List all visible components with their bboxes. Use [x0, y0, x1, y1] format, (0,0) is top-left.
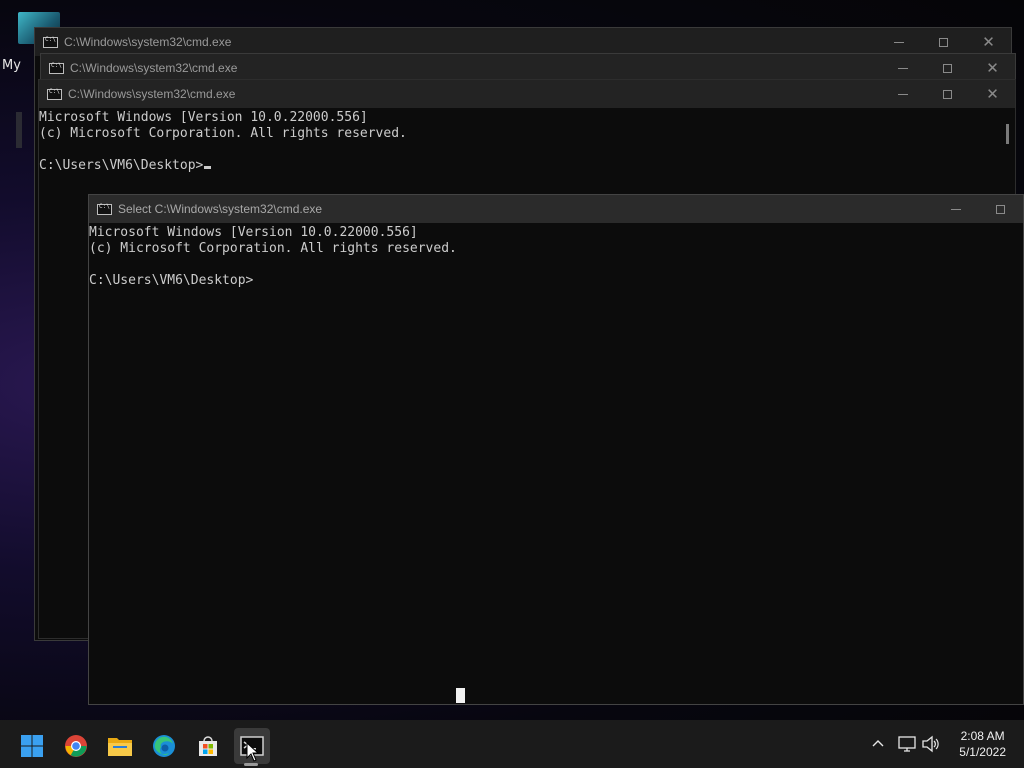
window-title: Select C:\Windows\system32\cmd.exe — [118, 202, 323, 216]
minimize-button[interactable] — [876, 28, 921, 56]
window-title: C:\Windows\system32\cmd.exe — [70, 61, 238, 75]
file-explorer-icon — [108, 738, 132, 756]
cmd-icon — [43, 36, 58, 48]
console-output[interactable]: Microsoft Windows [Version 10.0.22000.55… — [39, 110, 407, 174]
start-icon — [21, 735, 43, 757]
maximize-button[interactable] — [978, 195, 1023, 223]
close-button[interactable]: ✕ — [970, 80, 1015, 108]
titlebar[interactable]: C:\Windows\system32\cmd.exe ✕ — [39, 80, 1015, 108]
console-line: (c) Microsoft Corporation. All rights re… — [39, 126, 407, 141]
chrome-icon — [65, 735, 87, 757]
scrollbar-thumb[interactable] — [1006, 124, 1009, 144]
minimize-button[interactable] — [880, 80, 925, 108]
cmd-window-select[interactable]: Select C:\Windows\system32\cmd.exe Micro… — [88, 194, 1024, 705]
speaker-icon — [922, 735, 939, 753]
store-button[interactable] — [190, 728, 226, 764]
cmd-icon — [49, 62, 64, 74]
console-prompt: C:\Users\VM6\Desktop> — [39, 158, 204, 173]
console-prompt: C:\Users\VM6\Desktop> — [89, 273, 254, 288]
system-clock[interactable]: 2:08 AM 5/1/2022 — [959, 728, 1006, 760]
chevron-up-icon — [872, 740, 884, 747]
maximize-button[interactable] — [925, 80, 970, 108]
mouse-pointer-icon — [246, 742, 260, 762]
desktop-fragment — [16, 112, 22, 148]
desktop-shortcut-label: My — [2, 58, 21, 73]
maximize-button[interactable] — [921, 28, 966, 56]
text-cursor — [204, 166, 212, 169]
titlebar[interactable]: C:\Windows\system32\cmd.exe ✕ — [35, 28, 1011, 56]
titlebar[interactable]: C:\Windows\system32\cmd.exe ✕ — [41, 54, 1015, 82]
cmd-icon — [97, 203, 112, 215]
titlebar[interactable]: Select C:\Windows\system32\cmd.exe — [89, 195, 1023, 223]
active-app-indicator — [244, 763, 258, 766]
console-line: Microsoft Windows [Version 10.0.22000.55… — [89, 225, 418, 240]
show-hidden-icons-button[interactable] — [870, 720, 886, 768]
edge-button[interactable] — [146, 728, 182, 764]
volume-button[interactable] — [921, 720, 941, 768]
clock-date: 5/1/2022 — [959, 745, 1006, 759]
start-button[interactable] — [14, 728, 50, 764]
close-button[interactable]: ✕ — [970, 54, 1015, 82]
network-icon — [898, 736, 916, 752]
chrome-button[interactable] — [58, 728, 94, 764]
minimize-button[interactable] — [933, 195, 978, 223]
close-button[interactable]: ✕ — [966, 28, 1011, 56]
console-output[interactable]: Microsoft Windows [Version 10.0.22000.55… — [89, 225, 457, 289]
network-button[interactable] — [897, 720, 917, 768]
window-title: C:\Windows\system32\cmd.exe — [68, 87, 236, 101]
window-title: C:\Windows\system32\cmd.exe — [64, 35, 232, 49]
taskbar: 2:08 AM 5/1/2022 — [0, 720, 1024, 768]
console-line: (c) Microsoft Corporation. All rights re… — [89, 241, 457, 256]
file-explorer-button[interactable] — [102, 728, 138, 764]
selection-cursor — [456, 688, 465, 703]
cmd-icon — [47, 88, 62, 100]
minimize-button[interactable] — [880, 54, 925, 82]
clock-time: 2:08 AM — [960, 729, 1005, 743]
edge-icon — [153, 735, 175, 757]
maximize-button[interactable] — [925, 54, 970, 82]
store-icon — [199, 736, 217, 756]
console-line: Microsoft Windows [Version 10.0.22000.55… — [39, 110, 368, 125]
